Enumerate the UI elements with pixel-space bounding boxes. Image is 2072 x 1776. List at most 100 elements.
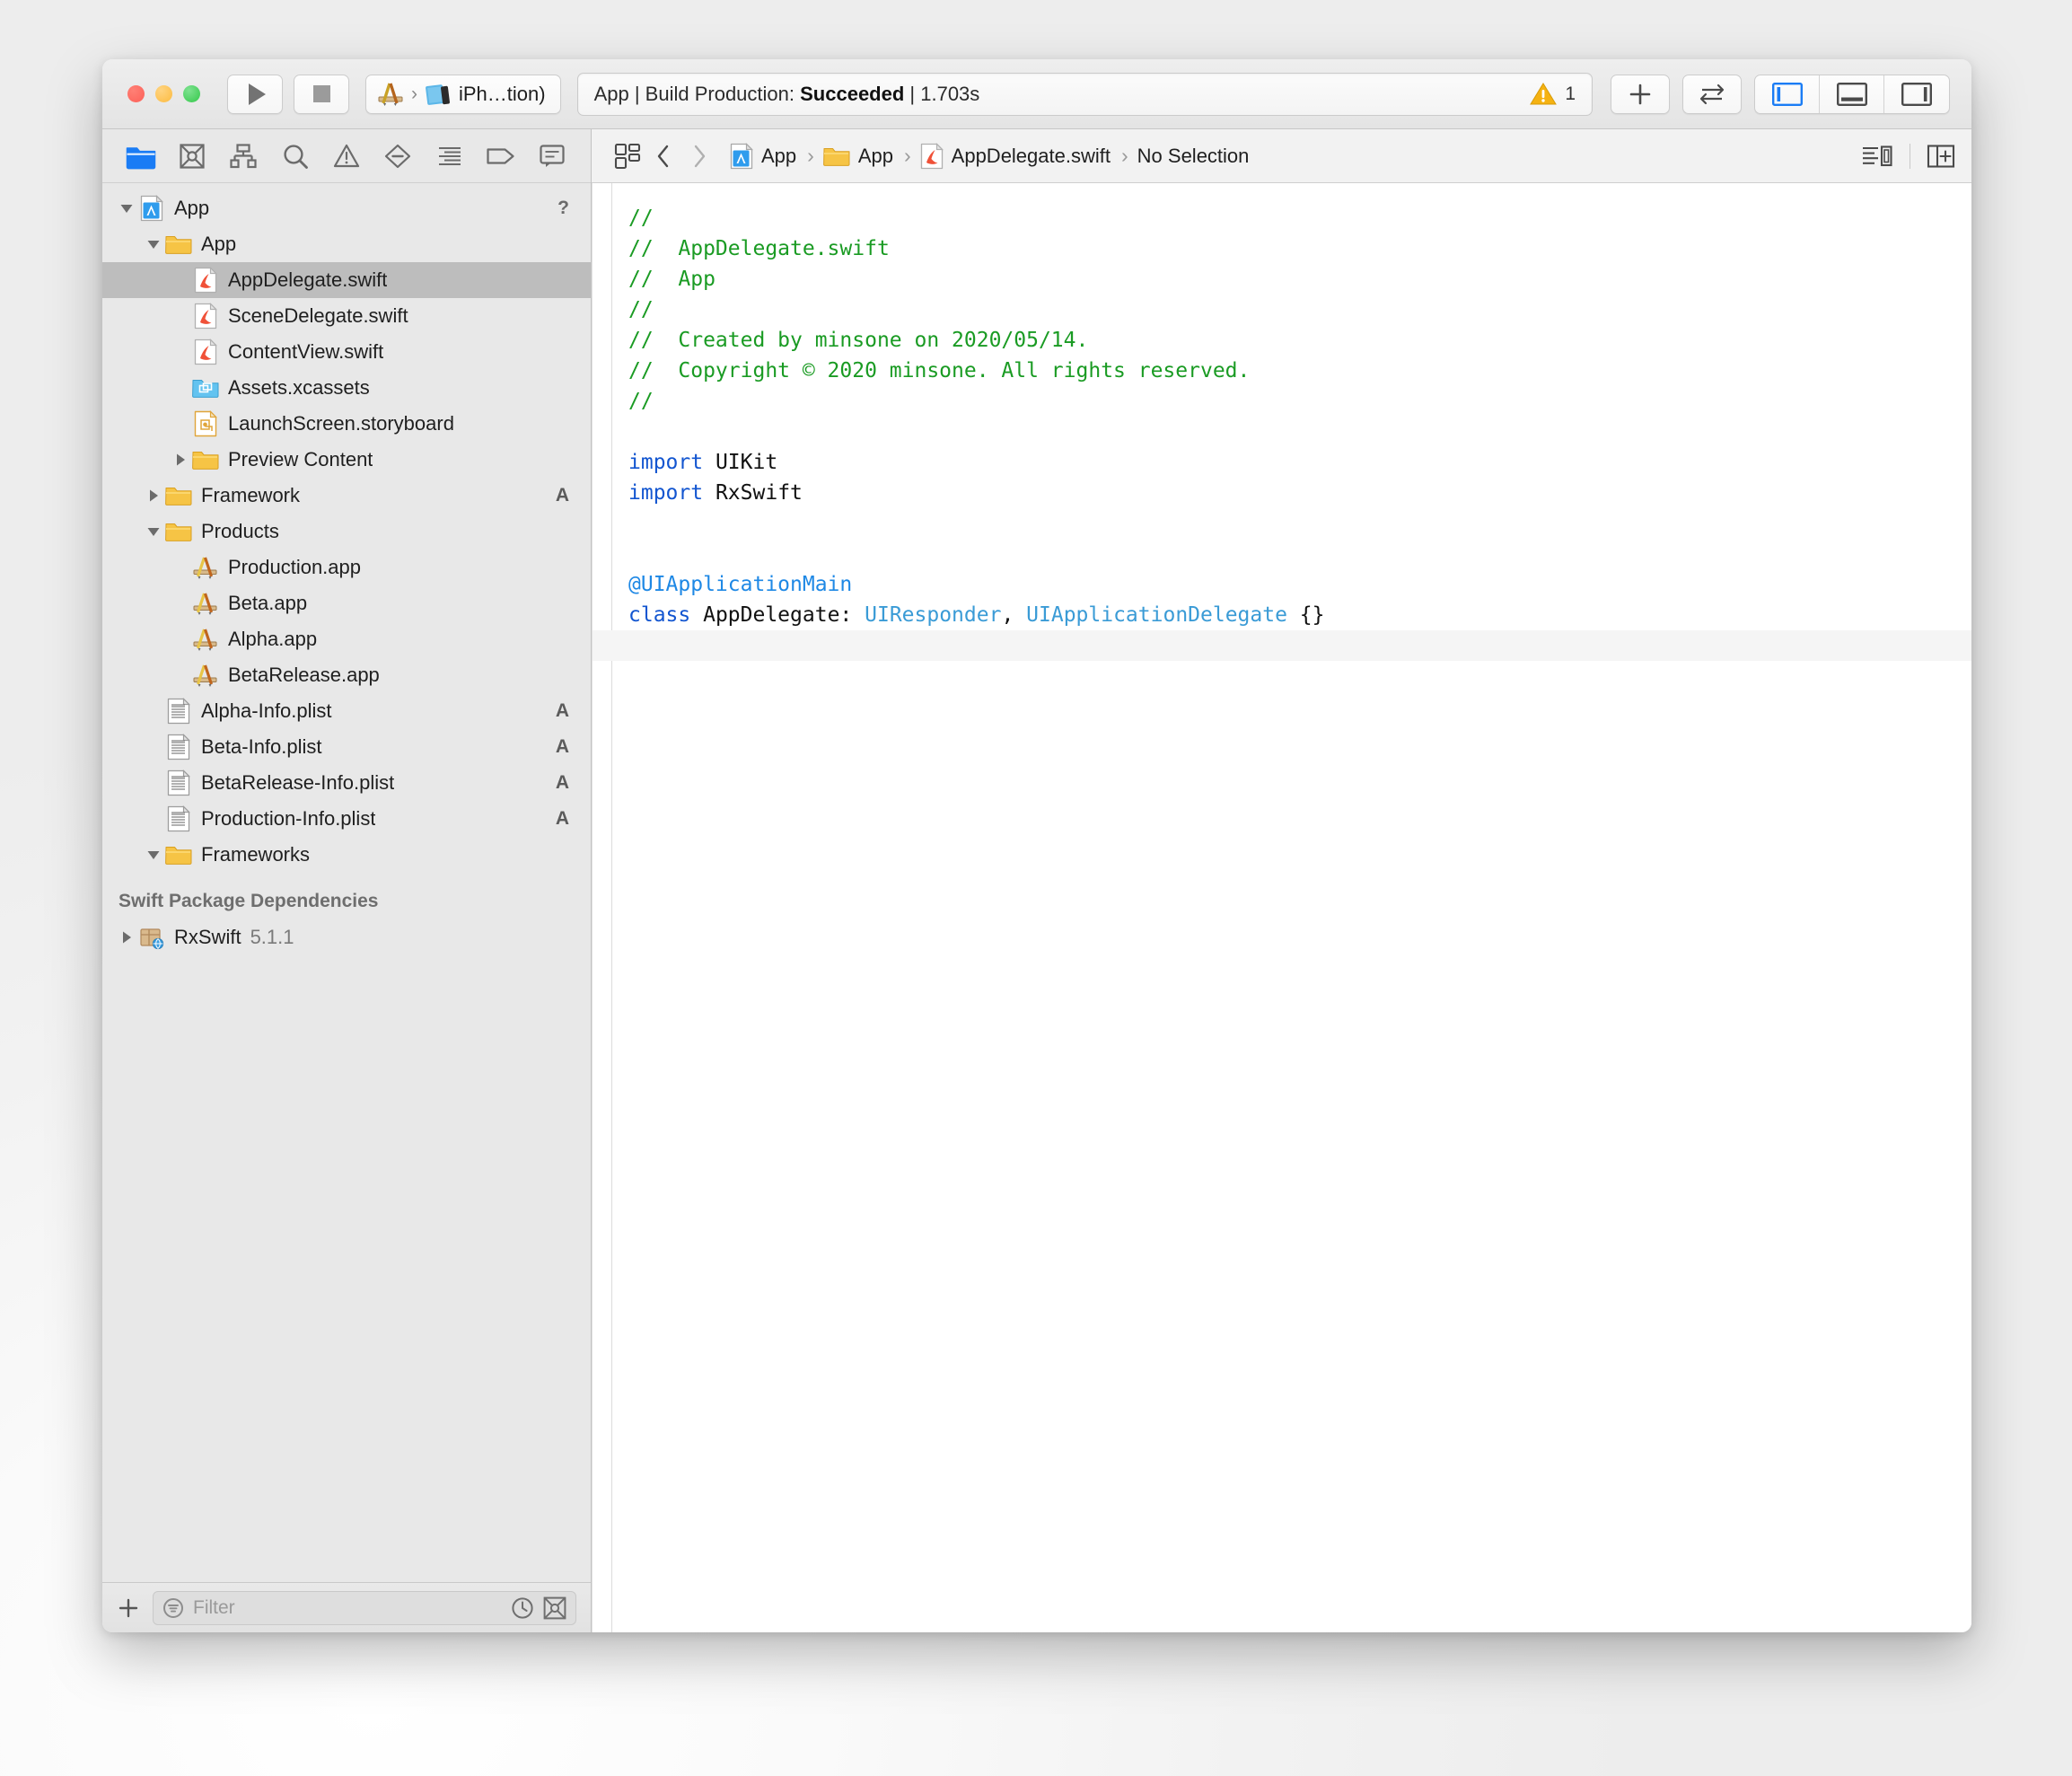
tree-row-label: App xyxy=(174,197,210,219)
warning-triangle-icon xyxy=(333,144,360,167)
package-row[interactable]: RxSwift 5.1.1 xyxy=(102,919,591,955)
tree-row[interactable]: SceneDelegate.swift xyxy=(102,298,591,334)
stop-button[interactable] xyxy=(294,74,349,114)
disclosure-open-icon[interactable] xyxy=(115,200,138,216)
hierarchy-icon xyxy=(230,143,257,168)
tab-breakpoint-navigator[interactable] xyxy=(482,137,520,175)
tree-row[interactable]: Products xyxy=(102,514,591,550)
code-class-name: AppDelegate: xyxy=(690,603,865,627)
source-control-icon[interactable] xyxy=(543,1596,566,1620)
folder-icon xyxy=(165,523,192,541)
tree-row[interactable]: App? xyxy=(102,190,591,226)
folder-icon xyxy=(165,236,192,254)
plist-icon xyxy=(167,805,190,832)
panel-toggle-group xyxy=(1754,74,1950,114)
tree-row[interactable]: Preview Content xyxy=(102,442,591,478)
plus-icon xyxy=(119,1598,138,1617)
breadcrumb-label: App xyxy=(857,144,893,167)
tab-report-navigator[interactable] xyxy=(533,137,571,175)
inspector-toggle-button[interactable] xyxy=(1884,75,1949,113)
swift-file-icon xyxy=(194,338,217,365)
disclosure-open-icon[interactable] xyxy=(142,523,165,540)
code-line: @UIApplicationMain xyxy=(593,569,1971,600)
related-items-button[interactable] xyxy=(610,143,645,170)
breadcrumb-item[interactable]: AppDelegate.swift xyxy=(920,142,1112,170)
minimap-button[interactable] xyxy=(1861,144,1893,169)
back-button[interactable] xyxy=(645,143,681,170)
breadcrumb-label: No Selection xyxy=(1137,144,1250,167)
tree-row[interactable]: Framework A xyxy=(102,478,591,514)
tree-row[interactable]: Beta-Info.plist A xyxy=(102,729,591,765)
tree-row-label: App xyxy=(201,233,237,255)
disclosure-open-icon[interactable] xyxy=(142,236,165,252)
code-line: import UIKit xyxy=(593,447,1971,478)
search-icon xyxy=(284,144,308,169)
triangle-down-icon xyxy=(147,241,160,249)
scheme-selector[interactable]: › iPh…tion) xyxy=(365,74,561,114)
tree-row[interactable]: Production.app xyxy=(102,550,591,585)
tab-symbol-navigator[interactable] xyxy=(224,137,262,175)
tree-row[interactable]: BetaRelease-Info.plist A xyxy=(102,765,591,801)
disclosure-closed-icon[interactable] xyxy=(115,929,138,945)
tree-row[interactable]: Production-Info.plist A xyxy=(102,801,591,837)
package-name: RxSwift xyxy=(174,926,241,948)
scm-status-badge: A xyxy=(555,700,569,721)
disclosure-closed-icon[interactable] xyxy=(142,488,165,504)
speech-bubble-icon xyxy=(540,144,565,167)
breadcrumb-label: AppDelegate.swift xyxy=(951,144,1111,167)
breadcrumb-item[interactable]: App xyxy=(730,142,798,170)
close-button[interactable] xyxy=(127,85,145,102)
run-button[interactable] xyxy=(227,74,283,114)
navigator-toggle-button[interactable] xyxy=(1755,75,1820,113)
swift-file-icon xyxy=(194,303,217,330)
tree-row[interactable]: BetaRelease.app xyxy=(102,657,591,693)
tree-row[interactable]: ContentView.swift xyxy=(102,334,591,370)
app-product-icon xyxy=(193,629,217,651)
app-product-icon xyxy=(192,591,219,616)
code-editor[interactable]: // // AppDelegate.swift // App // // Created… xyxy=(592,183,1971,1632)
add-editor-button[interactable] xyxy=(1927,144,1955,169)
storyboard-icon xyxy=(192,410,219,437)
warning-indicator[interactable]: 1 xyxy=(1530,82,1576,107)
zoom-button[interactable] xyxy=(183,85,200,102)
tree-row[interactable]: Assets.xcassets xyxy=(102,370,591,406)
code-comment: // App xyxy=(628,268,716,291)
assets-icon xyxy=(192,376,219,400)
code-line: // xyxy=(593,295,1971,325)
tree-row[interactable]: AppDelegate.swift xyxy=(102,262,591,298)
tree-row[interactable]: LaunchScreen.storyboard xyxy=(102,406,591,442)
warning-triangle-icon xyxy=(1530,82,1558,104)
package-icon xyxy=(140,928,164,950)
add-file-button[interactable] xyxy=(115,1596,142,1620)
clock-icon[interactable] xyxy=(511,1596,534,1620)
tree-row[interactable]: Alpha.app xyxy=(102,621,591,657)
tree-row[interactable]: App xyxy=(102,226,591,262)
storyboard-icon xyxy=(194,410,217,437)
source-code[interactable]: // // AppDelegate.swift // App // // Created… xyxy=(593,183,1971,1632)
scm-status-badge: A xyxy=(555,736,569,757)
tree-row-label: Preview Content xyxy=(228,448,373,470)
minimize-button[interactable] xyxy=(155,85,172,102)
tree-row[interactable]: Frameworks xyxy=(102,837,591,873)
tab-issue-navigator[interactable] xyxy=(328,137,365,175)
tree-row[interactable]: Alpha-Info.plist A xyxy=(102,693,591,729)
navigate-button[interactable] xyxy=(1682,74,1742,114)
debug-area-toggle-button[interactable] xyxy=(1820,75,1884,113)
breadcrumb-item[interactable]: No Selection xyxy=(1137,145,1251,168)
disclosure-closed-icon[interactable] xyxy=(169,452,192,468)
tab-source-control-navigator[interactable] xyxy=(173,137,211,175)
tab-find-navigator[interactable] xyxy=(277,137,314,175)
tree-row-label: SceneDelegate.swift xyxy=(228,304,408,327)
filter-input[interactable]: Filter xyxy=(153,1590,576,1625)
disclosure-open-icon[interactable] xyxy=(142,847,165,863)
tab-project-navigator[interactable] xyxy=(122,137,160,175)
forward-button[interactable] xyxy=(681,143,717,170)
status-bar[interactable]: App | Build Production: Succeeded | 1.70… xyxy=(576,72,1593,116)
tab-test-navigator[interactable] xyxy=(379,137,417,175)
triangle-right-icon xyxy=(150,489,158,502)
app-product-icon xyxy=(192,663,219,688)
tab-debug-navigator[interactable] xyxy=(431,137,469,175)
add-button[interactable] xyxy=(1611,74,1670,114)
breadcrumb-item[interactable]: App xyxy=(822,144,895,168)
tree-row[interactable]: Beta.app xyxy=(102,585,591,621)
